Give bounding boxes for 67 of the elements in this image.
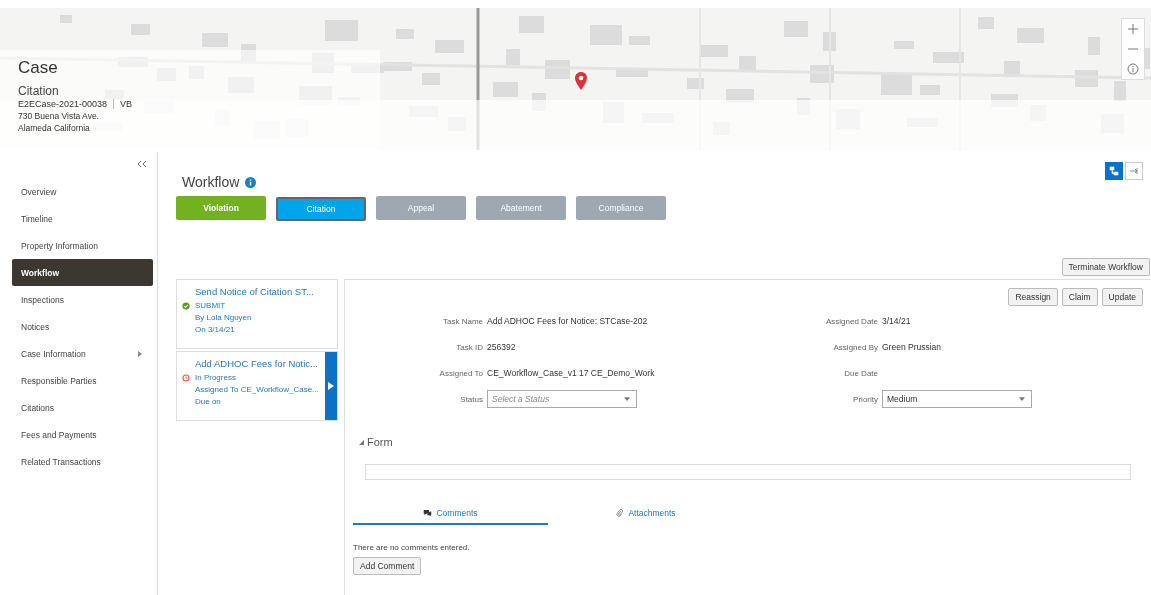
case-city: Alameda California bbox=[18, 123, 91, 133]
select-field[interactable]: Medium bbox=[882, 390, 1032, 408]
sidebar-item[interactable]: Responsible Parties bbox=[12, 367, 153, 394]
field-label: Task Name bbox=[442, 316, 483, 326]
task-detail: Due on bbox=[195, 397, 222, 406]
sidebar-item[interactable]: Notices bbox=[12, 313, 153, 340]
form-section-header[interactable]: Form bbox=[359, 436, 1143, 448]
collapse-icon[interactable] bbox=[137, 160, 147, 168]
field-value: CE_Workflow_Case_v1 17 CE_Demo_Work bbox=[487, 368, 655, 378]
dropdown-caret-icon bbox=[1019, 397, 1025, 401]
empty-comments-message: There are no comments entered. bbox=[353, 543, 471, 552]
arrow-icon bbox=[1129, 166, 1139, 176]
task-detail: Assigned To CE_Workflow_Case... bbox=[195, 385, 320, 394]
field-value: Add ADHOC Fees for Notice: STCase-202 bbox=[487, 316, 648, 326]
field-label: Due Date bbox=[843, 368, 878, 378]
hierarchy-view-button[interactable] bbox=[1105, 162, 1123, 180]
task-title: Send Notice of Citation ST... bbox=[195, 286, 315, 297]
task-status: In Progress bbox=[195, 373, 236, 382]
field-label: Task ID bbox=[455, 342, 483, 352]
triangle-icon bbox=[359, 439, 364, 445]
sidebar-item[interactable]: Timeline bbox=[12, 205, 153, 232]
case-initials: VB bbox=[120, 99, 133, 109]
hierarchy-icon bbox=[1109, 166, 1119, 176]
sidebar-item[interactable]: Fees and Payments bbox=[12, 421, 153, 448]
tab[interactable]: Attachments bbox=[548, 508, 743, 525]
task-detail: By Lola Nguyen bbox=[195, 313, 253, 322]
add-comment-button[interactable]: Add Comment bbox=[353, 557, 422, 575]
play-triangle-icon bbox=[328, 382, 334, 390]
field-label: Assigned Date bbox=[824, 316, 878, 326]
location-pin-icon bbox=[575, 72, 587, 90]
field-label: Status bbox=[459, 394, 483, 404]
sidebar-item[interactable]: Citations bbox=[12, 394, 153, 421]
sidebar-item[interactable]: Overview bbox=[12, 178, 153, 205]
sidebar-item[interactable]: Property Information bbox=[12, 232, 153, 259]
field-value: 3/14/21 bbox=[882, 316, 911, 326]
sidebar-item[interactable]: Case Information bbox=[12, 340, 153, 367]
sidebar-item[interactable]: Inspections bbox=[12, 286, 153, 313]
info-icon[interactable] bbox=[245, 176, 257, 188]
case-address: 730 Buena Vista Ave. bbox=[18, 111, 100, 121]
task-card[interactable]: Send Notice of Citation ST... SUBMIT By Lola Nguyen On 3/14/21 bbox=[176, 279, 338, 349]
field-label: Assigned To bbox=[438, 368, 483, 378]
sidebar-item[interactable]: Related Transactions bbox=[12, 448, 153, 475]
chat-bubbles-icon bbox=[423, 509, 433, 517]
paperclip-icon bbox=[615, 509, 625, 517]
field-label: Assigned By bbox=[832, 342, 878, 352]
case-heading: Case bbox=[18, 58, 59, 78]
field-value: 256392 bbox=[487, 342, 516, 352]
field-label: Priority bbox=[852, 394, 878, 404]
workflow-title: Workflow bbox=[182, 174, 240, 190]
action-button[interactable]: Update bbox=[1101, 288, 1143, 306]
terminate-workflow-button[interactable]: Terminate Workflow bbox=[1061, 258, 1150, 276]
field-value: Green Prussian bbox=[882, 342, 942, 352]
action-button[interactable]: Claim bbox=[1061, 288, 1098, 306]
case-type: Citation bbox=[18, 84, 60, 98]
info-icon[interactable] bbox=[1127, 63, 1139, 75]
tab[interactable]: Comments bbox=[353, 508, 548, 525]
expand-icon bbox=[137, 350, 143, 357]
task-status: SUBMIT bbox=[195, 301, 226, 310]
select-field[interactable]: Select a Status bbox=[487, 390, 637, 408]
task-card[interactable]: Add ADHOC Fees for Notic... In Progress Assigned To CE_Workflow_Case... Due on bbox=[176, 351, 338, 421]
task-detail: On 3/14/21 bbox=[195, 325, 236, 334]
sidebar-item[interactable]: Workflow bbox=[12, 259, 153, 286]
zoom-in-icon[interactable] bbox=[1127, 23, 1139, 35]
case-number: E2ECase-2021-00038 bbox=[18, 99, 108, 109]
action-button[interactable]: Reassign bbox=[1008, 288, 1058, 306]
task-title: Add ADHOC Fees for Notic... bbox=[195, 358, 319, 369]
dropdown-caret-icon bbox=[624, 397, 630, 401]
